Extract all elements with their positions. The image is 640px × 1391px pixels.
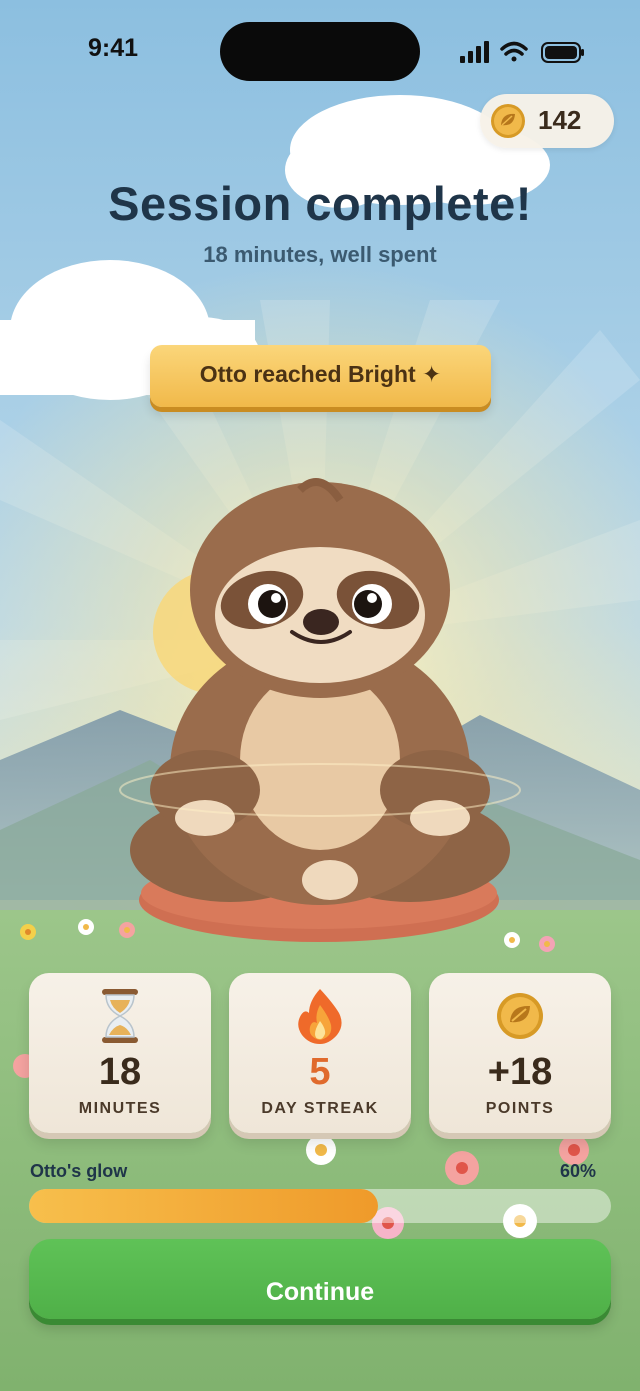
level-up-banner: Otto reached Bright ✦ (150, 345, 491, 407)
continue-button-label: Continue (265, 1277, 375, 1306)
stat-value: 5 (309, 1051, 331, 1093)
battery-icon (541, 42, 584, 63)
leaf-coin-icon (491, 104, 525, 138)
stat-card-day-streak: 5 DAY STREAK (229, 973, 411, 1133)
stat-label: MINUTES (78, 1100, 162, 1117)
status-bar: 9:41 (0, 0, 640, 100)
wifi-icon (500, 41, 528, 62)
stat-value: 18 (98, 1051, 142, 1093)
glow-progress-percent: 60% (560, 1161, 597, 1181)
coin-count: 142 (538, 105, 582, 135)
page-subtitle: 18 minutes, well spent (203, 242, 437, 267)
page-title: Session complete! (108, 177, 532, 230)
level-up-text: Otto reached Bright ✦ (199, 361, 442, 387)
flame-icon (298, 989, 342, 1044)
dynamic-island (220, 22, 420, 81)
cellular-signal-icon (460, 41, 489, 63)
glow-progress-fill (29, 1189, 379, 1223)
hourglass-icon (102, 989, 138, 1043)
stat-label: POINTS (485, 1100, 555, 1117)
stat-card-points: +18 POINTS (429, 973, 611, 1133)
stat-card-minutes: 18 MINUTES (29, 973, 211, 1133)
leaf-coin-icon (497, 993, 543, 1039)
status-time: 9:41 (88, 34, 139, 62)
stat-value: +18 (487, 1051, 553, 1093)
stat-label: DAY STREAK (261, 1100, 379, 1117)
status-icons (460, 41, 584, 63)
coin-balance-pill[interactable]: 142 (480, 94, 614, 148)
glow-progress-bar (29, 1189, 611, 1223)
continue-button[interactable]: Continue (29, 1239, 611, 1319)
session-complete-screen: 9:41 142 Session complete! 18 minutes, w… (0, 0, 640, 1391)
glow-progress-label: Otto's glow (30, 1161, 128, 1181)
